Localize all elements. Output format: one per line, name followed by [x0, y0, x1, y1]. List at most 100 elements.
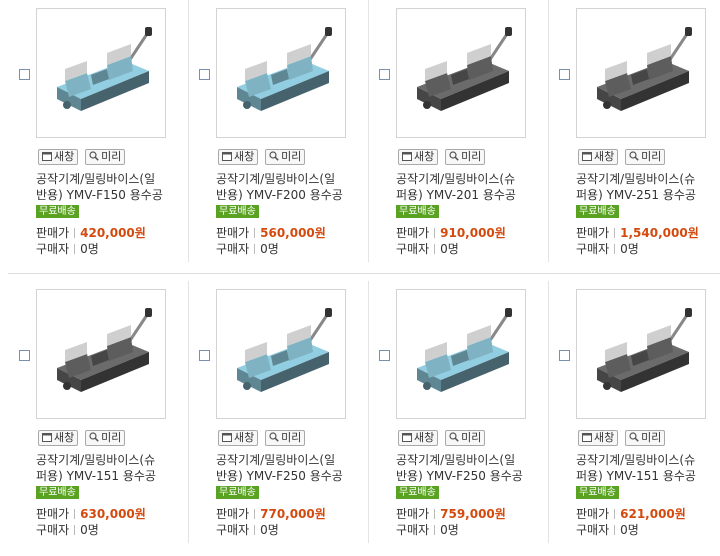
new-window-button[interactable]: 새창: [218, 149, 259, 165]
product-select-checkbox[interactable]: [199, 350, 210, 361]
new-window-button[interactable]: 새창: [398, 430, 439, 446]
new-window-button[interactable]: 새창: [218, 430, 259, 446]
divider: [614, 244, 616, 254]
product-card: 새창 미리 공작기계/밀링바이스(슈 퍼용) YMV-251 용수공 무료배송 판…: [540, 0, 720, 270]
product-select-checkbox[interactable]: [379, 69, 390, 80]
product-select-checkbox[interactable]: [559, 350, 570, 361]
price-value: 1,540,000원: [620, 226, 699, 240]
free-shipping-badge: 무료배송: [396, 205, 439, 218]
product-image[interactable]: [576, 8, 706, 138]
product-image[interactable]: [36, 289, 166, 419]
price-value: 910,000원: [440, 226, 506, 240]
product-name-link[interactable]: 공작기계/밀링바이스(슈 퍼용) YMV-151 용수공: [576, 452, 716, 484]
new-window-button[interactable]: 새창: [398, 149, 439, 165]
new-window-button[interactable]: 새창: [578, 430, 619, 446]
buyers-row: 구매자 0명: [576, 523, 639, 537]
divider: [74, 509, 76, 519]
free-shipping-badge: 무료배송: [216, 486, 259, 499]
product-row-1: 새창 미리 공작기계/밀링바이스(일 반용) YMV-F150 용수공 무료배송 …: [0, 0, 720, 270]
price-row: 판매가 770,000원: [216, 507, 326, 521]
product-name-link[interactable]: 공작기계/밀링바이스(일 반용) YMV-F200 용수공: [216, 171, 356, 203]
magnifier-icon: [629, 151, 639, 165]
preview-button[interactable]: 미리: [445, 149, 486, 165]
product-select-checkbox[interactable]: [379, 350, 390, 361]
window-icon: [42, 151, 52, 165]
product-name-link[interactable]: 공작기계/밀링바이스(일 반용) YMV-F150 용수공: [36, 171, 176, 203]
price-row: 판매가 420,000원: [36, 226, 146, 240]
product-name-link[interactable]: 공작기계/밀링바이스(슈 퍼용) YMV-201 용수공: [396, 171, 536, 203]
price-row: 판매가 630,000원: [36, 507, 146, 521]
row-divider: [8, 273, 720, 274]
new-window-button[interactable]: 새창: [578, 149, 619, 165]
buyers-row: 구매자 0명: [396, 242, 459, 256]
product-card: 새창 미리 공작기계/밀링바이스(슈 퍼용) YMV-201 용수공 무료배송 판…: [360, 0, 540, 270]
product-card: 새창 미리 공작기계/밀링바이스(일 반용) YMV-F150 용수공 무료배송 …: [0, 0, 180, 270]
preview-button[interactable]: 미리: [625, 149, 666, 165]
buyers-count: 0명: [440, 242, 459, 256]
price-row: 판매가 560,000원: [216, 226, 326, 240]
buyers-row: 구매자 0명: [576, 242, 639, 256]
magnifier-icon: [269, 432, 279, 446]
window-icon: [222, 432, 232, 446]
product-image[interactable]: [216, 289, 346, 419]
divider: [434, 525, 436, 535]
preview-button[interactable]: 미리: [85, 430, 126, 446]
product-card: 새창 미리 공작기계/밀링바이스(일 반용) YMV-F250 용수공 무료배송 …: [180, 281, 360, 551]
product-name-link[interactable]: 공작기계/밀링바이스(슈 퍼용) YMV-151 용수공: [36, 452, 176, 484]
window-icon: [402, 432, 412, 446]
new-window-button[interactable]: 새창: [38, 149, 79, 165]
buyers-count: 0명: [80, 523, 99, 537]
product-select-checkbox[interactable]: [199, 69, 210, 80]
magnifier-icon: [89, 151, 99, 165]
magnifier-icon: [629, 432, 639, 446]
magnifier-icon: [449, 151, 459, 165]
price-value: 630,000원: [80, 507, 146, 521]
free-shipping-badge: 무료배송: [576, 486, 619, 499]
price-value: 560,000원: [260, 226, 326, 240]
product-image[interactable]: [36, 8, 166, 138]
divider: [434, 244, 436, 254]
buyers-count: 0명: [260, 523, 279, 537]
magnifier-icon: [269, 151, 279, 165]
product-select-checkbox[interactable]: [19, 350, 30, 361]
divider: [434, 509, 436, 519]
divider: [614, 228, 616, 238]
product-name-link[interactable]: 공작기계/밀링바이스(슈 퍼용) YMV-251 용수공: [576, 171, 716, 203]
buyers-row: 구매자 0명: [396, 523, 459, 537]
divider: [74, 525, 76, 535]
buyers-row: 구매자 0명: [36, 523, 99, 537]
window-icon: [222, 151, 232, 165]
preview-button[interactable]: 미리: [265, 149, 306, 165]
free-shipping-badge: 무료배송: [216, 205, 259, 218]
new-window-button[interactable]: 새창: [38, 430, 79, 446]
product-image[interactable]: [216, 8, 346, 138]
product-image[interactable]: [396, 289, 526, 419]
product-name-link[interactable]: 공작기계/밀링바이스(일 반용) YMV-F250 용수공: [216, 452, 356, 484]
free-shipping-badge: 무료배송: [396, 486, 439, 499]
buyers-count: 0명: [80, 242, 99, 256]
window-icon: [582, 432, 592, 446]
product-name-link[interactable]: 공작기계/밀링바이스(일 반용) YMV-F250 용수공: [396, 452, 536, 484]
buyers-count: 0명: [620, 242, 639, 256]
free-shipping-badge: 무료배송: [576, 205, 619, 218]
product-card: 새창 미리 공작기계/밀링바이스(일 반용) YMV-F200 용수공 무료배송 …: [180, 0, 360, 270]
magnifier-icon: [89, 432, 99, 446]
product-select-checkbox[interactable]: [19, 69, 30, 80]
price-value: 621,000원: [620, 507, 686, 521]
product-image[interactable]: [396, 8, 526, 138]
divider: [254, 244, 256, 254]
buyers-count: 0명: [260, 242, 279, 256]
buyers-row: 구매자 0명: [36, 242, 99, 256]
product-select-checkbox[interactable]: [559, 69, 570, 80]
buyers-count: 0명: [620, 523, 639, 537]
preview-button[interactable]: 미리: [265, 430, 306, 446]
preview-button[interactable]: 미리: [625, 430, 666, 446]
price-value: 759,000원: [440, 507, 506, 521]
free-shipping-badge: 무료배송: [36, 486, 79, 499]
buyers-row: 구매자 0명: [216, 523, 279, 537]
price-row: 판매가 1,540,000원: [576, 226, 699, 240]
preview-button[interactable]: 미리: [445, 430, 486, 446]
product-image[interactable]: [576, 289, 706, 419]
price-value: 770,000원: [260, 507, 326, 521]
preview-button[interactable]: 미리: [85, 149, 126, 165]
